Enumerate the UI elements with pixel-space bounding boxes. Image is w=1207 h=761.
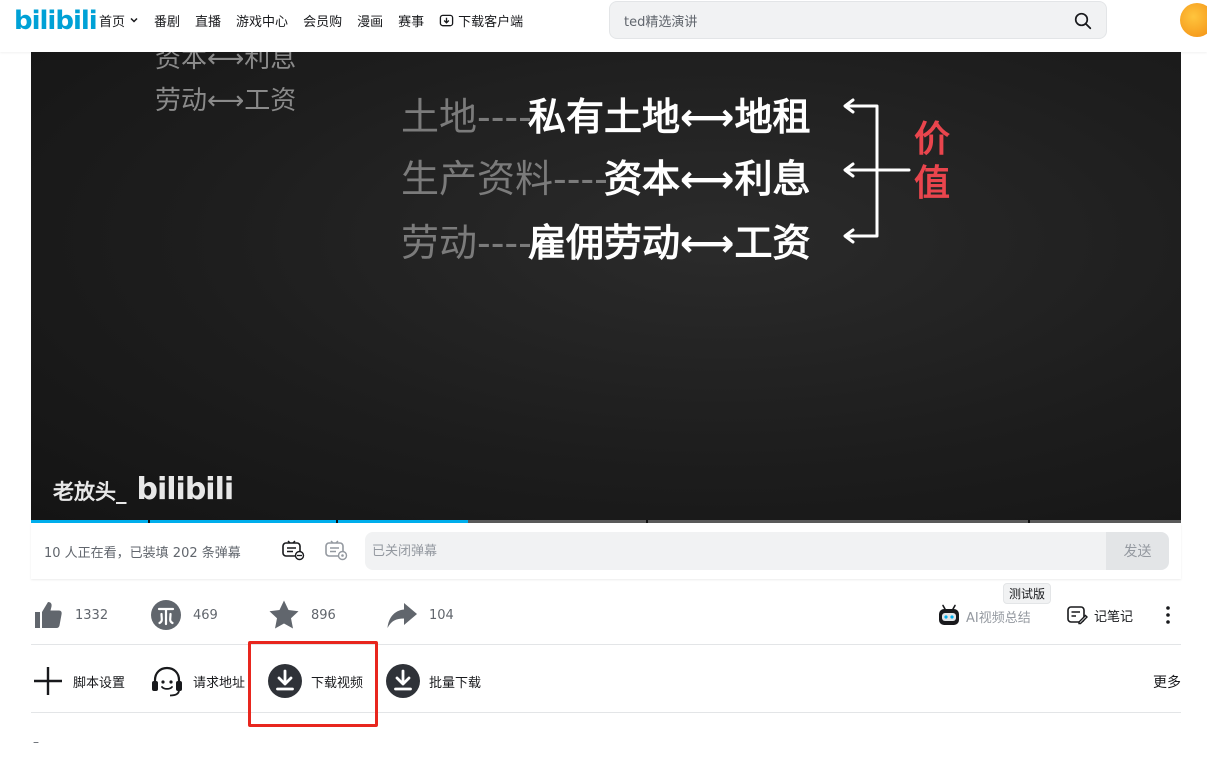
download-client-icon xyxy=(439,14,454,26)
star-icon xyxy=(269,600,299,629)
chevron-down-icon xyxy=(130,17,138,23)
nav-vip-shop[interactable]: 会员购 xyxy=(303,11,342,30)
search-box xyxy=(609,1,1107,39)
take-notes-button[interactable]: 记笔记 xyxy=(1066,604,1133,626)
ai-robot-icon xyxy=(939,604,959,625)
watermark-logo: bilibili xyxy=(136,472,235,507)
nav-live[interactable]: 直播 xyxy=(195,11,221,30)
share-button[interactable]: 104 xyxy=(385,598,454,632)
video-watermark: 老放头_ bilibili xyxy=(53,472,235,507)
bilibili-logo[interactable]: bilibili xyxy=(14,4,98,38)
value-word: 价值 xyxy=(913,119,950,204)
request-url-label: 请求地址 xyxy=(193,675,246,691)
ghost-row-labor: 劳动⟷工资 xyxy=(155,86,297,116)
script-more-link[interactable]: 更多 xyxy=(1153,672,1181,692)
row-label-land: 土地---- xyxy=(401,95,532,139)
coin-count: 469 xyxy=(193,607,218,623)
share-count: 104 xyxy=(429,607,454,623)
row-label-means: 生产资料---- xyxy=(401,157,608,201)
request-url-button[interactable]: 请求地址 xyxy=(149,663,245,699)
row-main-capital: 资本⟷利息 xyxy=(604,157,811,201)
favorite-button[interactable]: 896 xyxy=(267,598,336,632)
like-count: 1332 xyxy=(75,607,109,623)
coin-icon xyxy=(151,600,181,630)
row-main-land: 私有土地⟷地租 xyxy=(528,95,811,139)
like-button[interactable]: 1332 xyxy=(31,598,108,632)
footer-dash: – xyxy=(33,735,39,749)
video-player[interactable]: 资本⟷利息 劳动⟷工资 土地---- 私有土地⟷地租 生产资料---- 资本⟷利… xyxy=(31,52,1181,521)
nav-home[interactable]: 首页 xyxy=(99,11,139,30)
video-toolbar: 1332 469 896 104 测试版 AI视频总结 记笔记 xyxy=(31,583,1181,645)
download-circle-icon xyxy=(386,664,420,698)
danmaku-info: 10 人正在看，已装填 202 条弹幕 xyxy=(44,546,241,561)
user-avatar[interactable] xyxy=(1180,3,1207,37)
ghost-row-capital: 资本⟷利息 xyxy=(155,52,297,74)
take-notes-label: 记笔记 xyxy=(1094,609,1134,625)
nav-download-client[interactable]: 下载客户端 xyxy=(439,11,523,30)
batch-download-label: 批量下载 xyxy=(429,675,482,691)
danmaku-bar: 10 人正在看，已装填 202 条弹幕 发送 xyxy=(31,523,1181,579)
ai-summary-label: AI视频总结 xyxy=(966,610,1031,626)
thumbs-up-icon xyxy=(35,602,62,628)
danmaku-input[interactable] xyxy=(365,532,1106,570)
ai-beta-badge: 测试版 xyxy=(1003,583,1052,604)
search-icon[interactable] xyxy=(1074,12,1092,30)
watermark-author: 老放头_ xyxy=(53,480,127,504)
nav-home-label: 首页 xyxy=(99,14,126,30)
coin-button[interactable]: 469 xyxy=(149,598,218,632)
top-header: bilibili 首页 番剧 直播 游戏中心 会员购 漫画 赛事 下载客户端 xyxy=(0,0,1207,52)
script-settings-label: 脚本设置 xyxy=(73,675,126,691)
row-label-labor: 劳动---- xyxy=(401,221,532,265)
batch-download-button[interactable]: 批量下载 xyxy=(385,663,481,699)
danmaku-settings-icon[interactable] xyxy=(324,539,348,561)
note-icon xyxy=(1067,606,1088,625)
share-arrow-icon xyxy=(387,603,417,628)
nav-manga[interactable]: 漫画 xyxy=(357,11,383,30)
script-settings-button[interactable]: 脚本设置 xyxy=(31,663,125,699)
danmaku-send-button[interactable]: 发送 xyxy=(1106,532,1169,570)
nav-game-center[interactable]: 游戏中心 xyxy=(236,11,288,30)
favorite-count: 896 xyxy=(311,607,336,623)
nav-esports[interactable]: 赛事 xyxy=(398,11,424,30)
more-options-icon[interactable] xyxy=(1161,604,1175,626)
nav-download-client-label: 下载客户端 xyxy=(458,14,524,30)
danmaku-toggle-icon[interactable] xyxy=(281,539,305,561)
search-input[interactable] xyxy=(622,11,1056,33)
headset-icon xyxy=(152,666,182,697)
bracket-arrows xyxy=(843,98,911,244)
nav-anime[interactable]: 番剧 xyxy=(154,11,180,30)
highlight-annotation-box xyxy=(248,641,378,727)
userscript-toolbar: 脚本设置 请求地址 下载视频 批量下载 更多 xyxy=(31,645,1181,713)
row-main-labor: 雇佣劳动⟷工资 xyxy=(528,221,811,265)
top-nav: 首页 番剧 直播 游戏中心 会员购 漫画 赛事 下载客户端 xyxy=(99,0,538,40)
plus-icon xyxy=(34,667,62,695)
ai-summary-button[interactable]: AI视频总结 xyxy=(936,604,1031,628)
